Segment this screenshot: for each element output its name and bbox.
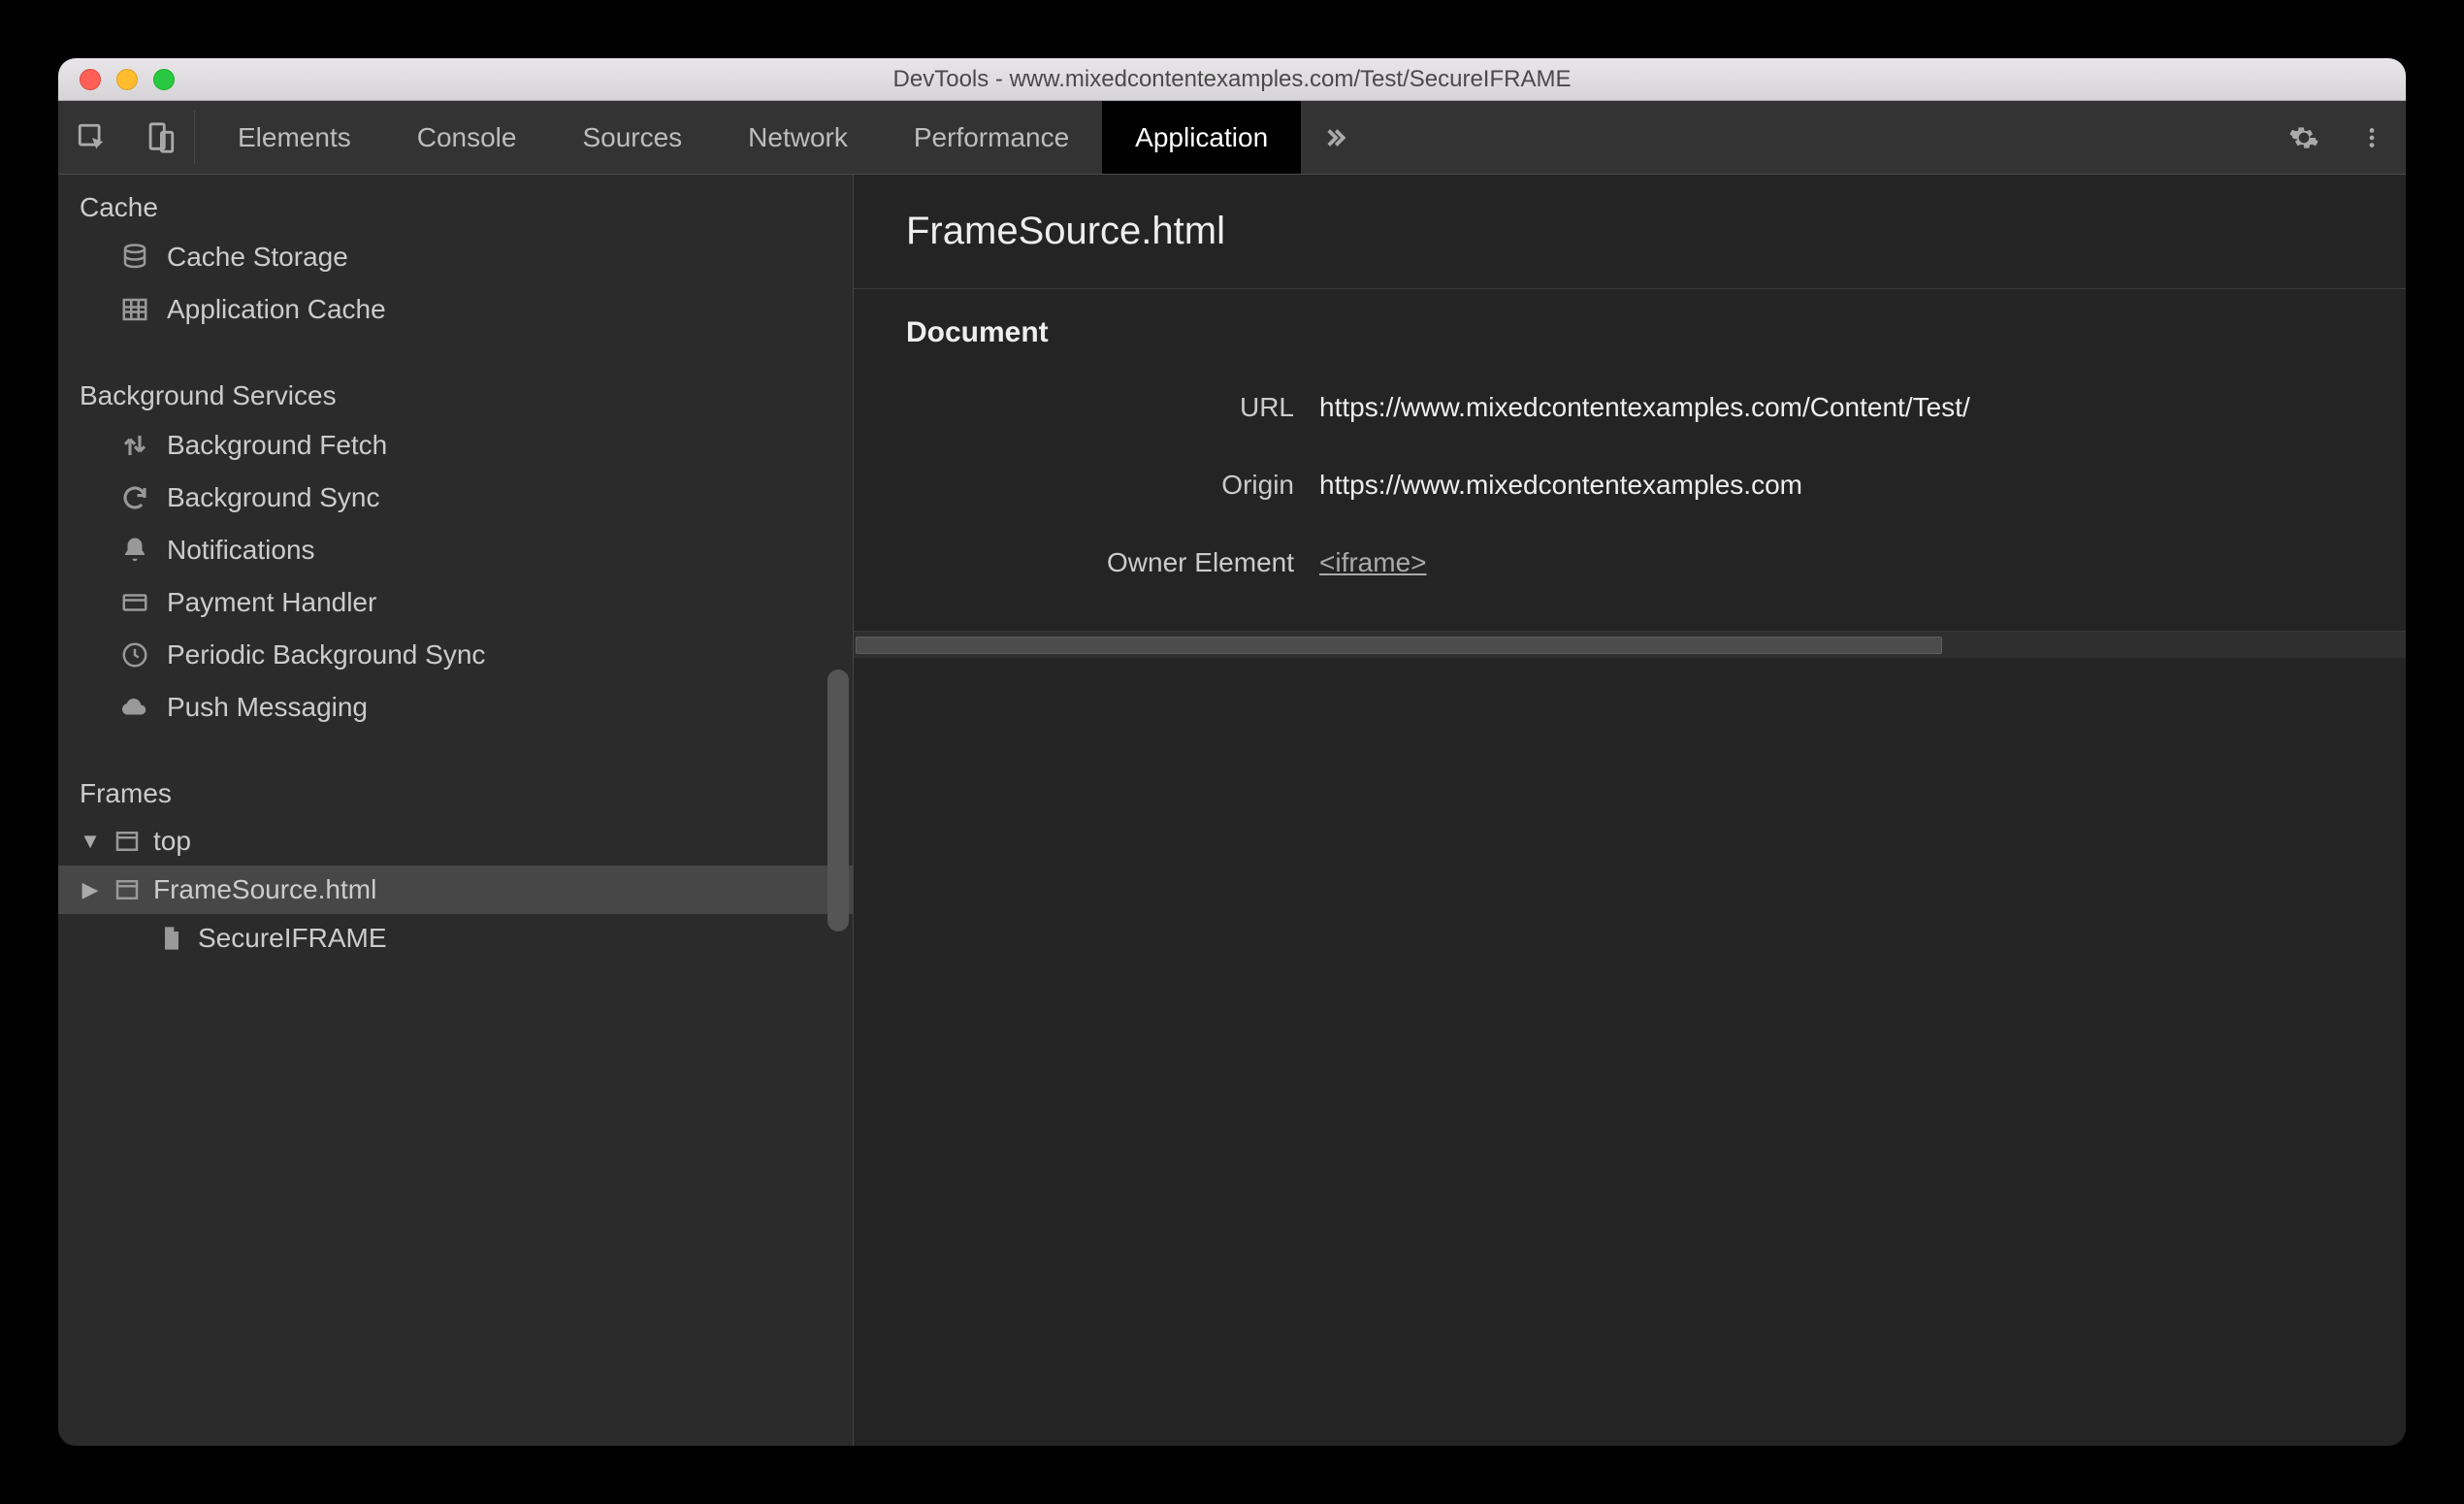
sidebar-item-background-fetch[interactable]: Background Fetch [58, 419, 853, 472]
sidebar-item-label: Background Fetch [167, 430, 387, 461]
tabs-overflow-icon[interactable] [1301, 101, 1369, 174]
document-section-title: Document [854, 289, 2406, 359]
sync-icon [118, 481, 151, 514]
devtools-window: DevTools - www.mixedcontentexamples.com/… [58, 58, 2406, 1446]
database-icon [118, 241, 151, 274]
gear-icon[interactable] [2270, 122, 2338, 153]
tab-elements[interactable]: Elements [205, 101, 384, 174]
sidebar-item-label: Payment Handler [167, 587, 376, 618]
sidebar-item-notifications[interactable]: Notifications [58, 524, 853, 576]
titlebar: DevTools - www.mixedcontentexamples.com/… [58, 58, 2406, 101]
sidebar-item-periodic-bg-sync[interactable]: Periodic Background Sync [58, 629, 853, 681]
frames-tree-secureiframe[interactable]: SecureIFRAME [80, 914, 853, 963]
chevron-right-icon: ▶ [80, 877, 101, 902]
row-url: URL https://www.mixedcontentexamples.com… [873, 369, 2386, 446]
kebab-menu-icon[interactable] [2338, 125, 2406, 150]
row-value: https://www.mixedcontentexamples.com [1319, 470, 1802, 501]
frame-icon [111, 873, 144, 906]
sidebar-item-application-cache[interactable]: Application Cache [58, 283, 853, 336]
tree-label: SecureIFRAME [198, 923, 387, 954]
clock-icon [118, 638, 151, 671]
row-label: Origin [873, 470, 1319, 501]
frames-tree-top[interactable]: ▼ top [80, 817, 853, 866]
sidebar-scrollbar-thumb[interactable] [827, 670, 849, 932]
group-cache-title: Cache [58, 175, 853, 231]
toolbar: Elements Console Sources Network Perform… [58, 101, 2406, 175]
sidebar-item-cache-storage[interactable]: Cache Storage [58, 231, 853, 283]
tab-network[interactable]: Network [715, 101, 881, 174]
row-label: Owner Element [873, 547, 1319, 578]
sidebar-item-payment-handler[interactable]: Payment Handler [58, 576, 853, 629]
tree-label: top [153, 826, 191, 857]
owner-element-link[interactable]: <iframe> [1319, 547, 1427, 578]
inspect-element-icon[interactable] [58, 101, 126, 174]
panel-tabs: Elements Console Sources Network Perform… [205, 101, 1301, 174]
body: Cache Cache Storage [58, 175, 2406, 1446]
sidebar-item-label: Push Messaging [167, 692, 368, 723]
frames-tree: ▼ top ▶ FrameSource.html [58, 817, 853, 963]
horizontal-scrollbar-thumb[interactable] [856, 637, 1942, 654]
sidebar-item-background-sync[interactable]: Background Sync [58, 472, 853, 524]
zoom-window-button[interactable] [153, 69, 175, 90]
tab-sources[interactable]: Sources [549, 101, 715, 174]
tab-performance[interactable]: Performance [881, 101, 1102, 174]
card-icon [118, 586, 151, 619]
row-origin: Origin https://www.mixedcontentexamples.… [873, 446, 2386, 524]
row-owner-element: Owner Element <iframe> [873, 524, 2386, 602]
frames-tree-framesource[interactable]: ▶ FrameSource.html [58, 866, 853, 914]
separator [194, 111, 195, 164]
sidebar-item-label: Application Cache [167, 294, 386, 325]
group-bg-services-title: Background Services [58, 363, 853, 419]
tree-label: FrameSource.html [153, 874, 376, 905]
row-label: URL [873, 392, 1319, 423]
sidebar-item-label: Cache Storage [167, 242, 348, 273]
chevron-down-icon: ▼ [80, 829, 101, 854]
frame-title: FrameSource.html [854, 175, 2406, 289]
sidebar-item-label: Notifications [167, 535, 315, 566]
device-toggle-icon[interactable] [126, 101, 194, 174]
application-sidebar: Cache Cache Storage [58, 175, 854, 1446]
cloud-icon [118, 691, 151, 724]
tab-application[interactable]: Application [1102, 101, 1301, 174]
frame-icon [111, 825, 144, 858]
row-value: https://www.mixedcontentexamples.com/Con… [1319, 392, 1970, 423]
file-icon [155, 922, 188, 955]
bell-icon [118, 534, 151, 567]
updown-icon [118, 429, 151, 462]
frame-details: FrameSource.html Document URL https://ww… [854, 175, 2406, 1446]
group-frames-title: Frames [58, 761, 853, 817]
window-title: DevTools - www.mixedcontentexamples.com/… [58, 66, 2406, 93]
sidebar-item-label: Periodic Background Sync [167, 639, 485, 670]
minimize-window-button[interactable] [116, 69, 138, 90]
document-rows: URL https://www.mixedcontentexamples.com… [854, 359, 2406, 631]
close-window-button[interactable] [80, 69, 101, 90]
sidebar-item-label: Background Sync [167, 482, 379, 513]
sidebar-item-push-messaging[interactable]: Push Messaging [58, 681, 853, 734]
grid-icon [118, 293, 151, 326]
horizontal-scrollbar[interactable] [854, 631, 2406, 658]
window-controls [58, 69, 175, 90]
tab-console[interactable]: Console [384, 101, 550, 174]
